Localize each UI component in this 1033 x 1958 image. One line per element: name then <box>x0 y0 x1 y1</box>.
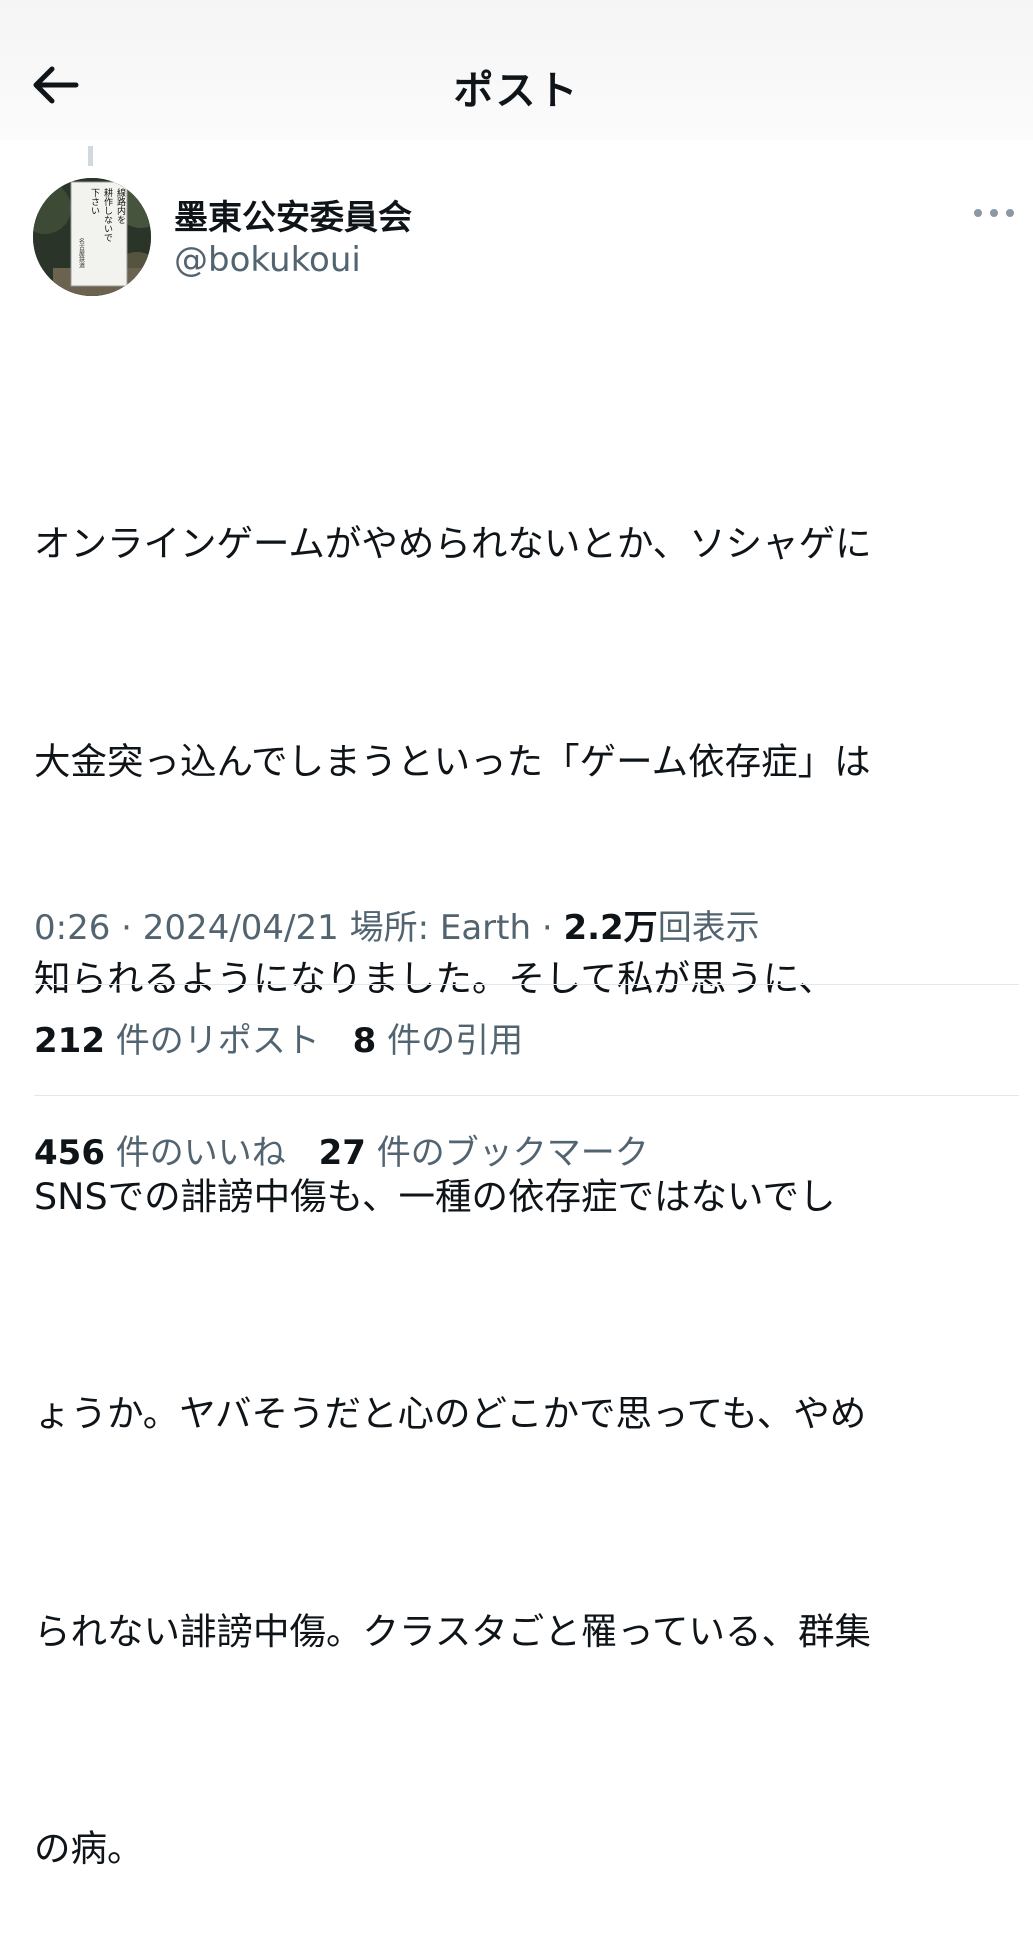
quotes-label: 件の引用 <box>387 1021 524 1061</box>
tweet-line: オンラインゲームがやめられないとか、ソシャゲに <box>34 522 872 565</box>
meta-separator: · <box>110 908 143 948</box>
avatar[interactable]: 線路内を 耕作しないで 下さい 名古屋鉄道 <box>33 178 151 296</box>
more-options-button[interactable] <box>968 195 1020 231</box>
tweet-line: ょうか。ヤバそうだと心のどこかで思っても、やめ <box>34 1392 867 1435</box>
tweet-line: られない誹謗中傷。クラスタごと罹っている、群集 <box>34 1609 871 1653</box>
tweet-line: の病。 <box>34 1827 144 1870</box>
more-icon <box>974 209 1014 217</box>
sign-text-col-1: 線路内を <box>115 187 126 224</box>
thread-line <box>88 146 93 166</box>
views-label: 回表示 <box>657 908 760 948</box>
meta-separator: · <box>531 908 564 948</box>
quotes-link[interactable]: 8 件の引用 <box>353 1021 523 1061</box>
author-handle[interactable]: @bokukoui <box>174 240 361 280</box>
tweet-time[interactable]: 0:26 <box>34 908 110 948</box>
bookmarks-link[interactable]: 27 件のブックマーク <box>319 1133 649 1173</box>
top-bar: ポスト <box>0 0 1033 140</box>
reposts-label: 件のリポスト <box>115 1021 320 1061</box>
tweet-location: 場所: Earth <box>338 908 532 948</box>
tweet-meta: 0:26 · 2024/04/21 場所: Earth · 2.2万回表示 <box>34 900 760 949</box>
tweet-line: 大金突っ込んでしまうといった「ゲーム依存症」は <box>34 739 871 783</box>
likes-count: 456 <box>34 1133 105 1173</box>
likes-link[interactable]: 456 件のいいね <box>34 1133 286 1173</box>
sign-text-col-4: 名古屋鉄道 <box>78 237 85 269</box>
quotes-count: 8 <box>352 1021 377 1061</box>
views-count: 2.2万 <box>563 908 658 948</box>
divider <box>34 984 1019 985</box>
page-title: ポスト <box>453 68 580 114</box>
sign-text-col-3: 下さい <box>89 188 100 215</box>
author-display-name[interactable]: 墨東公安委員会 <box>174 190 412 239</box>
bookmarks-label: 件のブックマーク <box>376 1133 649 1173</box>
tweet-line: 知られるようになりました。そして私が思うに、 <box>34 957 835 1000</box>
divider <box>34 1095 1019 1096</box>
bookmarks-count: 27 <box>318 1133 366 1173</box>
sign-text-col-2: 耕作しないで <box>102 187 113 242</box>
reposts-link[interactable]: 212 件のリポスト <box>34 1021 320 1061</box>
stats-row-reposts: 212 件のリポスト 8 件の引用 <box>34 1013 545 1062</box>
stats-row-likes: 456 件のいいね 27 件のブックマーク <box>34 1125 671 1174</box>
likes-label: 件のいいね <box>115 1133 286 1173</box>
avatar-image: 線路内を 耕作しないで 下さい 名古屋鉄道 <box>33 178 151 296</box>
reposts-count: 212 <box>34 1021 105 1061</box>
tweet-date[interactable]: 2024/04/21 <box>143 908 339 948</box>
